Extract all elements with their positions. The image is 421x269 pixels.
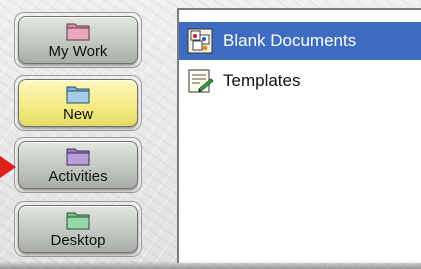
nav-button-label: New (62, 106, 93, 123)
nav-button-activities[interactable]: Activities (18, 141, 138, 189)
nav-button-my-work[interactable]: My Work (18, 16, 138, 64)
list-item-label: Blank Documents (223, 31, 357, 50)
list-item-blank-documents[interactable]: Blank Documents (179, 22, 421, 60)
document-list-pane[interactable]: Blank Documents Templates (177, 8, 421, 263)
list-item-label: Templates (223, 71, 301, 90)
folder-pink-icon (66, 23, 90, 41)
nav-button-label: My Work (48, 43, 108, 60)
nav-button-new[interactable]: New (18, 79, 138, 127)
nav-button-desktop[interactable]: Desktop (18, 205, 138, 253)
templates-icon (188, 69, 214, 93)
nav-button-label: Activities (48, 168, 108, 185)
folder-purple-icon (66, 148, 90, 166)
nav-button-label: Desktop (50, 232, 106, 249)
blank-documents-icon (187, 28, 213, 54)
red-arrow-icon (0, 156, 16, 178)
list-item-templates[interactable]: Templates (179, 62, 421, 100)
folder-green-icon (66, 212, 90, 230)
folder-blue-icon (66, 86, 90, 104)
bottom-shadow (0, 261, 421, 269)
